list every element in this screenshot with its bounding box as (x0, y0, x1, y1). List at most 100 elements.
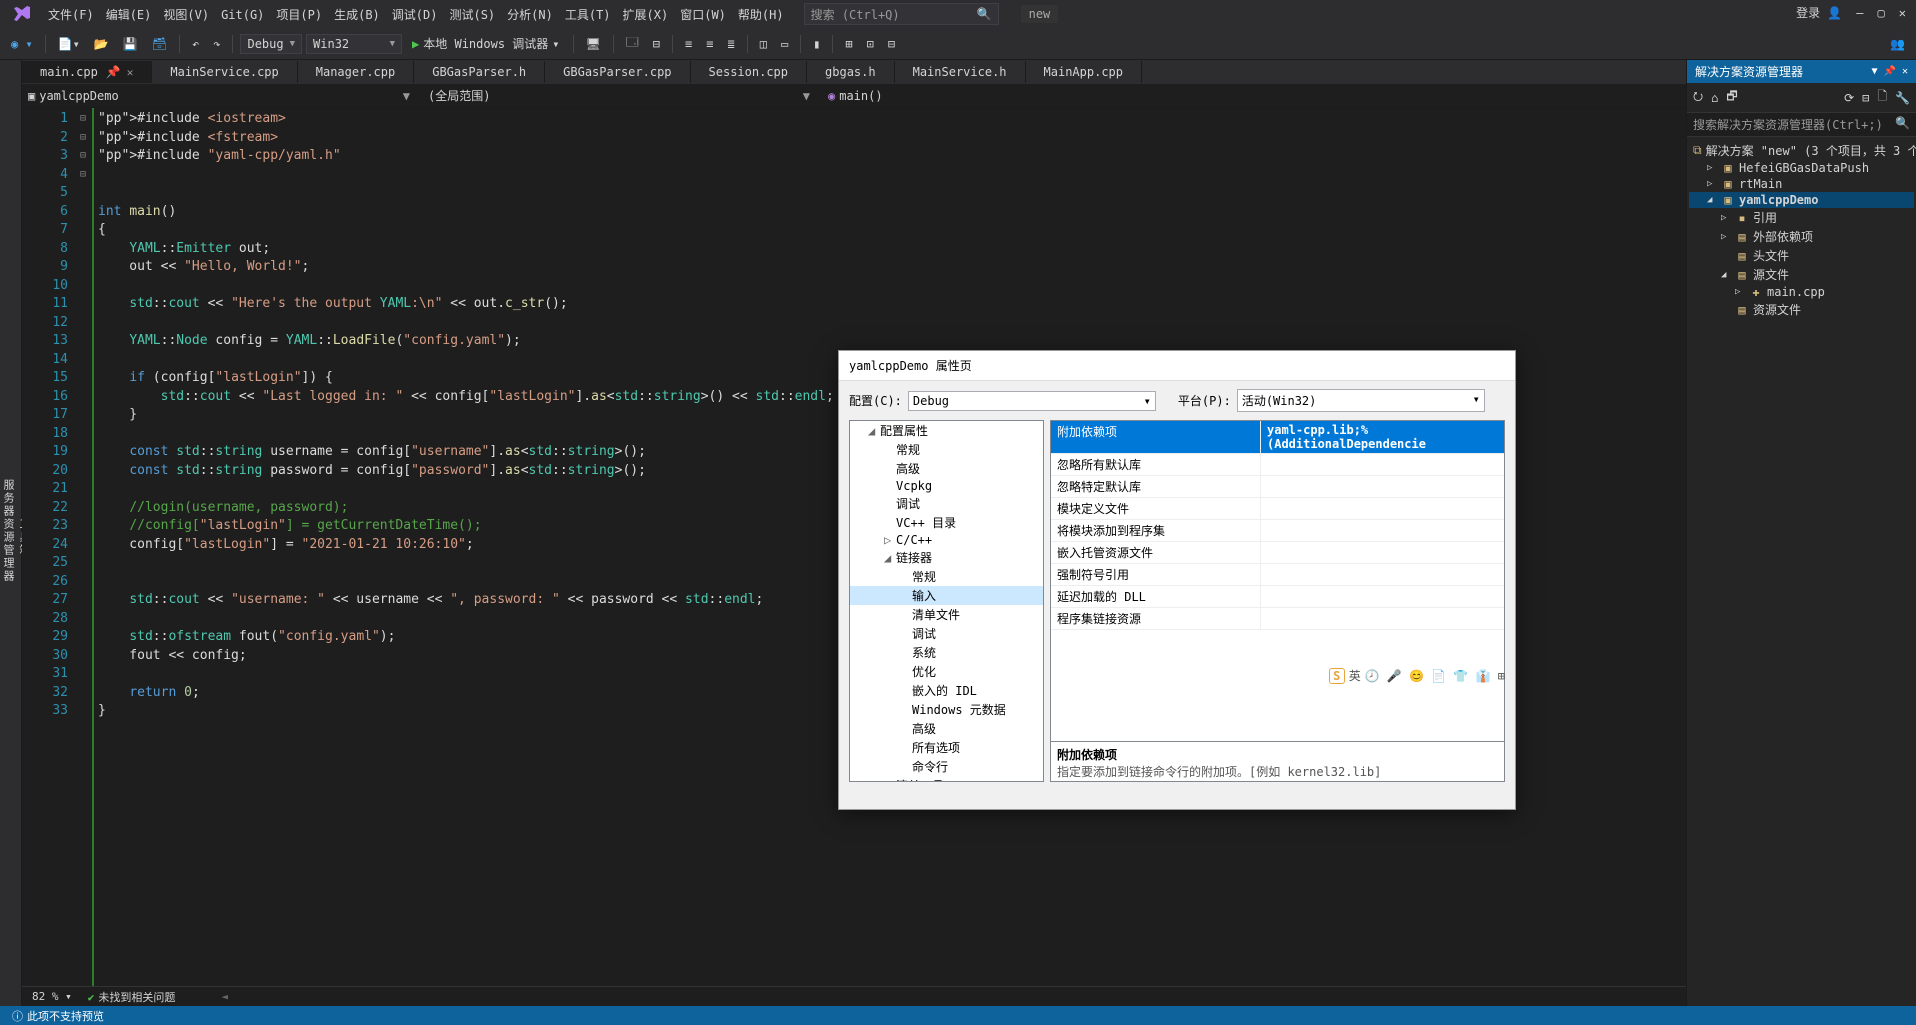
prop-tree-item[interactable]: ◢配置属性 (850, 421, 1043, 440)
save-button[interactable]: 💾 (118, 34, 143, 54)
tb-icon-5[interactable]: ≡ (701, 34, 718, 54)
collapse-icon[interactable]: ⊟ (1862, 91, 1869, 105)
ime-icon[interactable]: S (1329, 668, 1345, 684)
tb-icon-6[interactable]: ≣ (722, 34, 739, 54)
prop-grid-row[interactable]: 程序集链接资源 (1051, 608, 1504, 630)
prop-platform-combo[interactable]: 活动(Win32)▾ (1237, 389, 1485, 412)
prop-tree-item[interactable]: 高级 (850, 719, 1043, 738)
server-explorer-tab[interactable]: 服务器资源管理器 (0, 68, 16, 994)
prop-tree-item[interactable]: 系统 (850, 643, 1043, 662)
close-icon[interactable]: ✕ (1899, 6, 1906, 20)
home-icon[interactable]: ⭮ (1693, 87, 1703, 108)
refresh-icon[interactable]: ⟳ (1844, 91, 1854, 105)
menu-item[interactable]: 分析(N) (501, 4, 559, 26)
minimize-icon[interactable]: — (1856, 6, 1863, 20)
home2-icon[interactable]: ⌂ (1711, 91, 1718, 105)
solution-tree[interactable]: ⧉解决方案 "new" (3 个项目，共 3 个 ▷▣HefeiGBGasDat… (1687, 137, 1916, 1006)
solution-search[interactable]: 搜索解决方案资源管理器(Ctrl+;)🔍 (1687, 113, 1916, 137)
nav-back-button[interactable]: ◉ ▾ (6, 34, 38, 54)
prop-grid-row[interactable]: 将模块添加到程序集 (1051, 520, 1504, 542)
ime-toolbar[interactable]: S 英 🕗 🎤 😊 📄 👕 👔 ⊞ (1329, 667, 1505, 684)
prop-tree-item[interactable]: 常规 (850, 440, 1043, 459)
menu-item[interactable]: 调试(D) (386, 4, 444, 26)
prop-tree-item[interactable]: 嵌入的 IDL (850, 681, 1043, 700)
prop-config-combo[interactable]: Debug▾ (908, 391, 1156, 411)
fold-column[interactable]: ⊟⊟⊟⊟ (80, 108, 92, 986)
menu-item[interactable]: 扩展(X) (617, 4, 675, 26)
tree-item[interactable]: ▷✚main.cpp (1689, 284, 1914, 300)
live-share-icon[interactable]: 👥 (1885, 34, 1910, 54)
pin-icon[interactable]: 📌 (106, 65, 121, 79)
menu-item[interactable]: 帮助(H) (732, 4, 790, 26)
tb-icon-3[interactable]: ⊟ (648, 34, 665, 54)
prop-tree-item[interactable]: 命令行 (850, 757, 1043, 776)
editor-tab[interactable]: GBGasParser.cpp (545, 61, 690, 83)
close-panel-icon[interactable]: ✕ (1902, 66, 1908, 77)
editor-tab[interactable]: Manager.cpp (298, 61, 414, 83)
tb-icon-4[interactable]: ≡ (680, 34, 697, 54)
prop-grid-row[interactable]: 延迟加载的 DLL (1051, 586, 1504, 608)
redo-button[interactable]: ↷ (208, 34, 225, 54)
editor-tab[interactable]: MainService.cpp (152, 61, 297, 83)
global-search-input[interactable]: 搜索 (Ctrl+Q) 🔍 (804, 3, 999, 25)
prop-tree-item[interactable]: 清单文件 (850, 605, 1043, 624)
bc-scope[interactable]: (全局范围)▼ (428, 87, 816, 104)
undo-button[interactable]: ↶ (187, 34, 204, 54)
pin-icon[interactable]: 📌 (1884, 66, 1896, 77)
save-all-button[interactable]: 🗃 (147, 34, 172, 54)
prop-tree-item[interactable]: ◢链接器 (850, 548, 1043, 567)
bc-project[interactable]: ▣ yamlcppDemo▼ (28, 89, 416, 103)
platform-combo[interactable]: Win32▼ (306, 34, 402, 54)
prop-tree-item[interactable]: ▷清单工具 (850, 776, 1043, 782)
tb-icon-7[interactable]: ◫ (755, 34, 772, 54)
prop-grid-row[interactable]: 忽略特定默认库 (1051, 476, 1504, 498)
tree-item[interactable]: ▷▣HefeiGBGasDataPush (1689, 160, 1914, 176)
menu-item[interactable]: 工具(T) (559, 4, 617, 26)
editor-tab[interactable]: MainService.h (895, 61, 1026, 83)
editor-tab[interactable]: main.cpp 📌 ✕ (22, 61, 152, 83)
config-combo[interactable]: Debug▼ (240, 34, 302, 54)
tree-item[interactable]: ▤头文件 (1689, 246, 1914, 265)
show-all-icon[interactable]: 🗋 (1877, 87, 1887, 108)
prop-tree-item[interactable]: 优化 (850, 662, 1043, 681)
tree-item[interactable]: ▷▪引用 (1689, 208, 1914, 227)
login-link[interactable]: 登录 👤 (1796, 4, 1842, 21)
properties-icon[interactable]: 🔧 (1895, 91, 1910, 105)
panel-menu-icon[interactable]: ▼ (1871, 66, 1877, 77)
tree-item[interactable]: ▷▣rtMain (1689, 176, 1914, 192)
menu-item[interactable]: 视图(V) (157, 4, 215, 26)
maximize-icon[interactable]: ▢ (1878, 6, 1885, 20)
bookmark-icon[interactable]: ▮ (808, 34, 825, 54)
tree-item[interactable]: ◢▤源文件 (1689, 265, 1914, 284)
prop-tree-item[interactable]: 输入 (850, 586, 1043, 605)
sync-icon[interactable]: 🗗 (1726, 87, 1737, 108)
menu-item[interactable]: 编辑(E) (100, 4, 158, 26)
open-button[interactable]: 📂 (89, 34, 114, 54)
prop-grid-row[interactable]: 模块定义文件 (1051, 498, 1504, 520)
tree-item[interactable]: ◢▣yamlcppDemo (1689, 192, 1914, 208)
editor-tab[interactable]: Session.cpp (691, 61, 807, 83)
menu-item[interactable]: 项目(P) (270, 4, 328, 26)
prop-grid-row[interactable]: 忽略所有默认库 (1051, 454, 1504, 476)
editor-tab[interactable]: MainApp.cpp (1026, 61, 1142, 83)
menu-item[interactable]: 测试(S) (443, 4, 501, 26)
tree-item[interactable]: ▷▤外部依赖项 (1689, 227, 1914, 246)
editor-tab[interactable]: gbgas.h (807, 61, 895, 83)
solution-root[interactable]: ⧉解决方案 "new" (3 个项目，共 3 个 (1689, 141, 1914, 160)
start-debug-button[interactable]: ▶本地 Windows 调试器 ▾ (406, 33, 566, 54)
prop-tree-item[interactable]: 常规 (850, 567, 1043, 586)
menu-item[interactable]: 生成(B) (328, 4, 386, 26)
prop-grid-row[interactable]: 附加依赖项yaml-cpp.lib;%(AdditionalDependenci… (1051, 421, 1504, 454)
prop-tree-item[interactable]: VC++ 目录 (850, 513, 1043, 532)
bc-function[interactable]: ◉ main() (828, 89, 1680, 103)
menu-item[interactable]: Git(G) (215, 4, 270, 26)
tb-icon-11[interactable]: ⊟ (883, 34, 900, 54)
tb-icon-2[interactable]: 🗔 (621, 30, 644, 57)
new-file-button[interactable]: 📄▾ (53, 34, 85, 54)
close-tab-icon[interactable]: ✕ (127, 66, 134, 79)
tb-icon-1[interactable]: 🖥 (581, 34, 606, 54)
hscroll-left[interactable]: ◄ (221, 990, 228, 1003)
menu-item[interactable]: 窗口(W) (674, 4, 732, 26)
prop-tree-item[interactable]: 所有选项 (850, 738, 1043, 757)
prop-tree-item[interactable]: Windows 元数据 (850, 700, 1043, 719)
